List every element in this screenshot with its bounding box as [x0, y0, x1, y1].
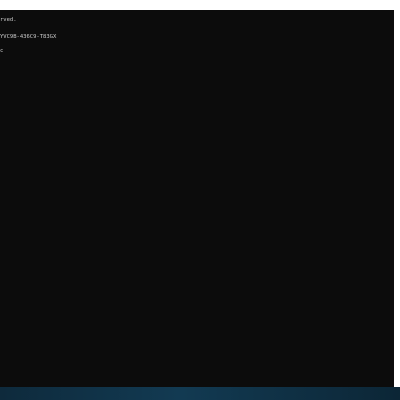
terminal-line-copyright: rved. [0, 17, 17, 23]
terminal-line-key: YVC9B-436C9-T83GX [0, 34, 57, 40]
terminal-window[interactable]: rved. YVC9B-436C9-T83GX c [0, 10, 394, 387]
taskbar[interactable] [0, 387, 400, 400]
terminal-line-prompt[interactable]: c [0, 48, 3, 55]
terminal-scrollbar[interactable] [394, 10, 400, 387]
